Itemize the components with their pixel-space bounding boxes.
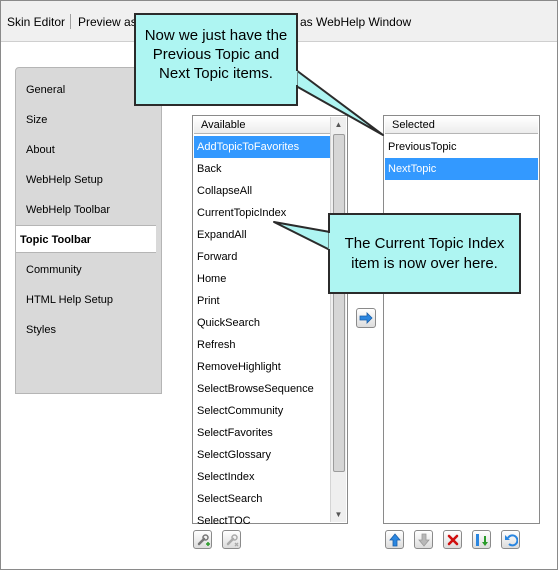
red-x-icon [447,534,458,545]
nav-item-general[interactable]: General [26,84,65,96]
list-item[interactable]: Print [194,290,330,312]
reset-button[interactable] [501,530,520,549]
nav-item-webhelp-setup[interactable]: WebHelp Setup [26,174,103,186]
list-item[interactable]: AddTopicToFavorites [194,136,330,158]
move-up-button[interactable] [385,530,404,549]
available-list[interactable]: Available AddTopicToFavorites Back Collaps… [192,115,348,527]
list-item[interactable]: SelectIndex [194,466,330,488]
nav-item-size[interactable]: Size [26,114,47,126]
list-item[interactable]: ExpandAll [194,224,330,246]
up-arrow-icon [388,532,401,546]
list-item[interactable]: SelectGlossary [194,444,330,466]
selected-list-header: Selected [385,117,538,134]
undo-arrow-icon [504,533,518,546]
separator-insert-icon [475,533,488,546]
list-item[interactable]: PreviousTopic [385,136,538,158]
nav-item-styles[interactable]: Styles [26,324,56,336]
nav-item-community[interactable]: Community [26,264,82,276]
nav-item-webhelp-toolbar[interactable]: WebHelp Toolbar [26,204,110,216]
add-to-selected-button[interactable] [356,308,376,328]
list-item[interactable]: Home [194,268,330,290]
list-item[interactable]: Forward [194,246,330,268]
selected-list[interactable]: Selected PreviousTopic NextTopic [383,115,540,524]
callout-middle: The Current Topic Index item is now over… [328,213,521,294]
wrench-remove-icon [226,533,238,546]
list-item[interactable]: QuickSearch [194,312,330,334]
skin-nav-panel: General Size About WebHelp Setup WebHelp… [15,67,162,394]
list-item[interactable]: SelectSearch [194,488,330,510]
list-item[interactable]: Back [194,158,330,180]
move-down-button[interactable] [414,530,433,549]
scrollbar-thumb[interactable] [333,134,345,472]
insert-separator-button[interactable] [472,530,491,549]
available-scrollbar[interactable]: ▲ ▼ [330,117,346,522]
nav-item-topic-toolbar[interactable]: Topic Toolbar [16,225,156,253]
list-item[interactable]: Refresh [194,334,330,356]
tab-preview[interactable]: Preview as [78,15,137,29]
list-item[interactable]: CollapseAll [194,180,330,202]
available-list-header: Available [194,117,331,134]
tab-separator [70,14,71,29]
list-item[interactable]: SelectFavorites [194,422,330,444]
list-item[interactable]: SelectCommunity [194,400,330,422]
wrench-plus-icon [197,533,210,546]
nav-item-about[interactable]: About [26,144,55,156]
scroll-up-arrow-icon[interactable]: ▲ [331,117,346,132]
tab-skin-editor[interactable]: Skin Editor [7,15,65,29]
nav-item-html-help-setup[interactable]: HTML Help Setup [26,294,113,306]
add-custom-item-button[interactable] [193,530,212,549]
list-item[interactable]: SelectTOC [194,510,330,532]
tab-preview-window[interactable]: as WebHelp Window [300,15,411,29]
list-item[interactable]: RemoveHighlight [194,356,330,378]
right-arrow-icon [359,312,373,324]
list-item[interactable]: CurrentTopicIndex [194,202,330,224]
list-item[interactable]: SelectBrowseSequence [194,378,330,400]
remove-selected-button[interactable] [443,530,462,549]
remove-custom-item-button[interactable] [222,530,241,549]
callout-top: Now we just have the Previous Topic and … [134,13,298,106]
down-arrow-icon [417,533,430,547]
scroll-down-arrow-icon[interactable]: ▼ [331,507,346,522]
list-item[interactable]: NextTopic [385,158,538,180]
